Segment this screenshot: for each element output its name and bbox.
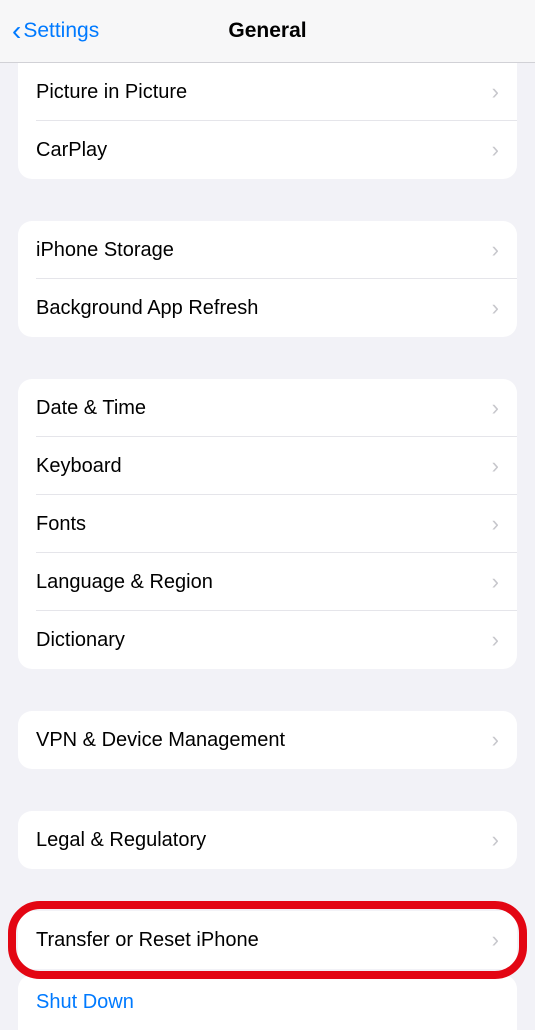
chevron-right-icon: ›: [492, 395, 499, 421]
row-label: iPhone Storage: [36, 239, 174, 262]
row-label: Background App Refresh: [36, 297, 258, 320]
nav-bar: ‹ Settings General: [0, 0, 535, 63]
chevron-right-icon: ›: [492, 79, 499, 105]
chevron-right-icon: ›: [492, 453, 499, 479]
shutdown-button[interactable]: Shut Down: [36, 991, 499, 1014]
chevron-right-icon: ›: [492, 295, 499, 321]
section-reset: Transfer or Reset iPhone ›: [18, 911, 517, 969]
row-picture-in-picture[interactable]: Picture in Picture ›: [18, 63, 517, 121]
chevron-right-icon: ›: [492, 727, 499, 753]
back-button[interactable]: ‹ Settings: [12, 15, 99, 47]
row-vpn-device-management[interactable]: VPN & Device Management ›: [18, 711, 517, 769]
shutdown-label: Shut Down: [36, 991, 134, 1013]
section-vpn: VPN & Device Management ›: [18, 711, 517, 769]
row-label: Picture in Picture: [36, 81, 187, 104]
row-label: Date & Time: [36, 397, 146, 420]
row-keyboard[interactable]: Keyboard ›: [18, 437, 517, 495]
row-background-app-refresh[interactable]: Background App Refresh ›: [18, 279, 517, 337]
row-carplay[interactable]: CarPlay ›: [18, 121, 517, 179]
back-label: Settings: [23, 19, 99, 43]
section-legal: Legal & Regulatory ›: [18, 811, 517, 869]
row-label: Fonts: [36, 513, 86, 536]
chevron-right-icon: ›: [492, 627, 499, 653]
row-label: Keyboard: [36, 455, 122, 478]
row-label: VPN & Device Management: [36, 729, 285, 752]
row-fonts[interactable]: Fonts ›: [18, 495, 517, 553]
chevron-right-icon: ›: [492, 827, 499, 853]
chevron-right-icon: ›: [492, 569, 499, 595]
row-language-region[interactable]: Language & Region ›: [18, 553, 517, 611]
row-date-time[interactable]: Date & Time ›: [18, 379, 517, 437]
row-label: Transfer or Reset iPhone: [36, 929, 259, 952]
row-label: CarPlay: [36, 139, 107, 162]
section-media: Picture in Picture › CarPlay ›: [18, 63, 517, 179]
page-title: General: [228, 19, 306, 43]
chevron-right-icon: ›: [492, 511, 499, 537]
row-legal-regulatory[interactable]: Legal & Regulatory ›: [18, 811, 517, 869]
chevron-right-icon: ›: [492, 927, 499, 953]
row-label: Language & Region: [36, 571, 213, 594]
row-label: Legal & Regulatory: [36, 829, 206, 852]
row-dictionary[interactable]: Dictionary ›: [18, 611, 517, 669]
chevron-right-icon: ›: [492, 137, 499, 163]
row-transfer-or-reset-iphone[interactable]: Transfer or Reset iPhone ›: [18, 911, 517, 969]
section-storage: iPhone Storage › Background App Refresh …: [18, 221, 517, 337]
row-label: Dictionary: [36, 629, 125, 652]
chevron-right-icon: ›: [492, 237, 499, 263]
chevron-left-icon: ‹: [12, 15, 21, 47]
row-iphone-storage[interactable]: iPhone Storage ›: [18, 221, 517, 279]
section-shutdown: Shut Down: [18, 975, 517, 1030]
section-locale: Date & Time › Keyboard › Fonts › Languag…: [18, 379, 517, 669]
